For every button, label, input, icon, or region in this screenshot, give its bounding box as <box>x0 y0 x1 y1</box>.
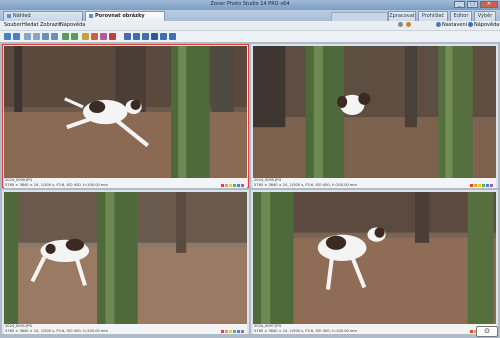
share-icon <box>405 22 411 27</box>
compare-grid: 2024_0090.JPG 5760 × 3840 × 24, 1/500 s,… <box>0 42 500 338</box>
menu-file[interactable]: Soubor <box>4 22 22 29</box>
delete-icon[interactable] <box>109 33 116 40</box>
color-labels[interactable] <box>469 183 495 187</box>
photo <box>253 46 496 178</box>
help-icon <box>468 22 473 27</box>
info-icon[interactable] <box>82 33 89 40</box>
fit-icon[interactable] <box>42 33 49 40</box>
menu-help[interactable]: Nápověda <box>60 22 85 29</box>
photo-caption: 2024_0095.JPG 5760 × 3840 × 24, 1/500 s,… <box>253 178 496 188</box>
exif-info: 5760 × 3840 × 24, 1/500 s, F5.6, ISO 400… <box>5 328 108 333</box>
color-labels[interactable] <box>220 183 246 187</box>
exif-info: 5760 × 3840 × 24, 1/500 s, F5.6, ISO 400… <box>254 182 357 187</box>
folder-icon <box>7 13 11 18</box>
photo-caption: 2024_0097.JPG 5760 × 3840 × 24, 1/500 s,… <box>253 324 496 334</box>
tab-selection[interactable]: Výběr <box>474 11 496 21</box>
compare-cell[interactable]: 2024_0091.JPG 5760 × 3840 × 24, 1/500 s,… <box>2 190 249 334</box>
exif-info: 5760 × 3840 × 24, 1/500 s, F5.6, ISO 400… <box>254 328 357 333</box>
photo <box>4 46 247 178</box>
photo <box>4 192 247 324</box>
tab-label: Náhled <box>13 13 31 19</box>
menu-search[interactable]: Hledat <box>22 22 38 29</box>
compare-icon <box>89 13 93 18</box>
zoom-in-icon[interactable] <box>24 33 31 40</box>
grid-6-icon[interactable] <box>169 33 176 40</box>
menu-bar: Soubor Hledat Zobrazit Nápověda Nastaven… <box>0 21 500 31</box>
compare-cell[interactable]: 2024_0095.JPG 5760 × 3840 × 24, 1/500 s,… <box>251 44 498 188</box>
forward-icon[interactable] <box>13 33 20 40</box>
tab-browser[interactable]: Prohlížeč <box>418 11 448 21</box>
grid-5-icon[interactable] <box>160 33 167 40</box>
gear-icon <box>398 22 403 27</box>
rotate-left-icon[interactable] <box>62 33 69 40</box>
minimize-button[interactable]: _ <box>454 1 465 8</box>
flag-icon[interactable] <box>91 33 98 40</box>
compare-cell[interactable]: 2024_0097.JPG 5760 × 3840 × 24, 1/500 s,… <box>251 190 498 334</box>
help-button[interactable]: Nápověda <box>468 22 499 29</box>
compare-cell[interactable]: 2024_0090.JPG 5760 × 3840 × 24, 1/500 s,… <box>2 44 249 188</box>
tab-row: Náhled Porovnat obrázky Zpracovat Prohlí… <box>0 10 500 22</box>
grid-1-icon[interactable] <box>124 33 131 40</box>
network-button[interactable]: Nastavení <box>436 22 467 29</box>
grid-3-icon[interactable] <box>142 33 149 40</box>
exif-info: 5760 × 3840 × 24, 1/500 s, F5.6, ISO 400… <box>5 182 108 187</box>
window-title: Zoner Photo Studio 14 PRO x64 <box>210 1 290 7</box>
menu-view[interactable]: Zobrazit <box>40 22 61 29</box>
photo-caption: 2024_0090.JPG 5760 × 3840 × 24, 1/500 s,… <box>4 178 247 188</box>
back-icon[interactable] <box>4 33 11 40</box>
grid-2-icon[interactable] <box>133 33 140 40</box>
globe-icon <box>436 22 441 27</box>
photo <box>253 192 496 324</box>
title-bar: Zoner Photo Studio 14 PRO x64 _ □ ✕ <box>0 0 500 10</box>
actual-size-icon[interactable] <box>51 33 58 40</box>
network-label: Nastavení <box>442 22 468 28</box>
label-icon[interactable] <box>100 33 107 40</box>
tab-label: Porovnat obrázky <box>95 13 145 19</box>
grid-4-icon[interactable] <box>151 33 158 40</box>
close-button[interactable]: ✕ <box>480 1 498 8</box>
rotate-right-icon[interactable] <box>71 33 78 40</box>
photo-caption: 2024_0091.JPG 5760 × 3840 × 24, 1/500 s,… <box>4 324 247 334</box>
tab-process[interactable]: Zpracovat <box>388 11 416 21</box>
tab-preview[interactable]: Náhled <box>3 11 83 21</box>
color-labels[interactable] <box>220 329 246 333</box>
help-label: Nápověda <box>474 22 500 28</box>
tab-editor[interactable]: Editor <box>450 11 472 21</box>
zoom-out-icon[interactable] <box>33 33 40 40</box>
settings-menu[interactable] <box>398 22 412 29</box>
zoom-toggle-icon[interactable]: ⊙ <box>476 326 498 337</box>
tab-compare-images[interactable]: Porovnat obrázky <box>85 11 165 21</box>
maximize-button[interactable]: □ <box>467 1 478 8</box>
